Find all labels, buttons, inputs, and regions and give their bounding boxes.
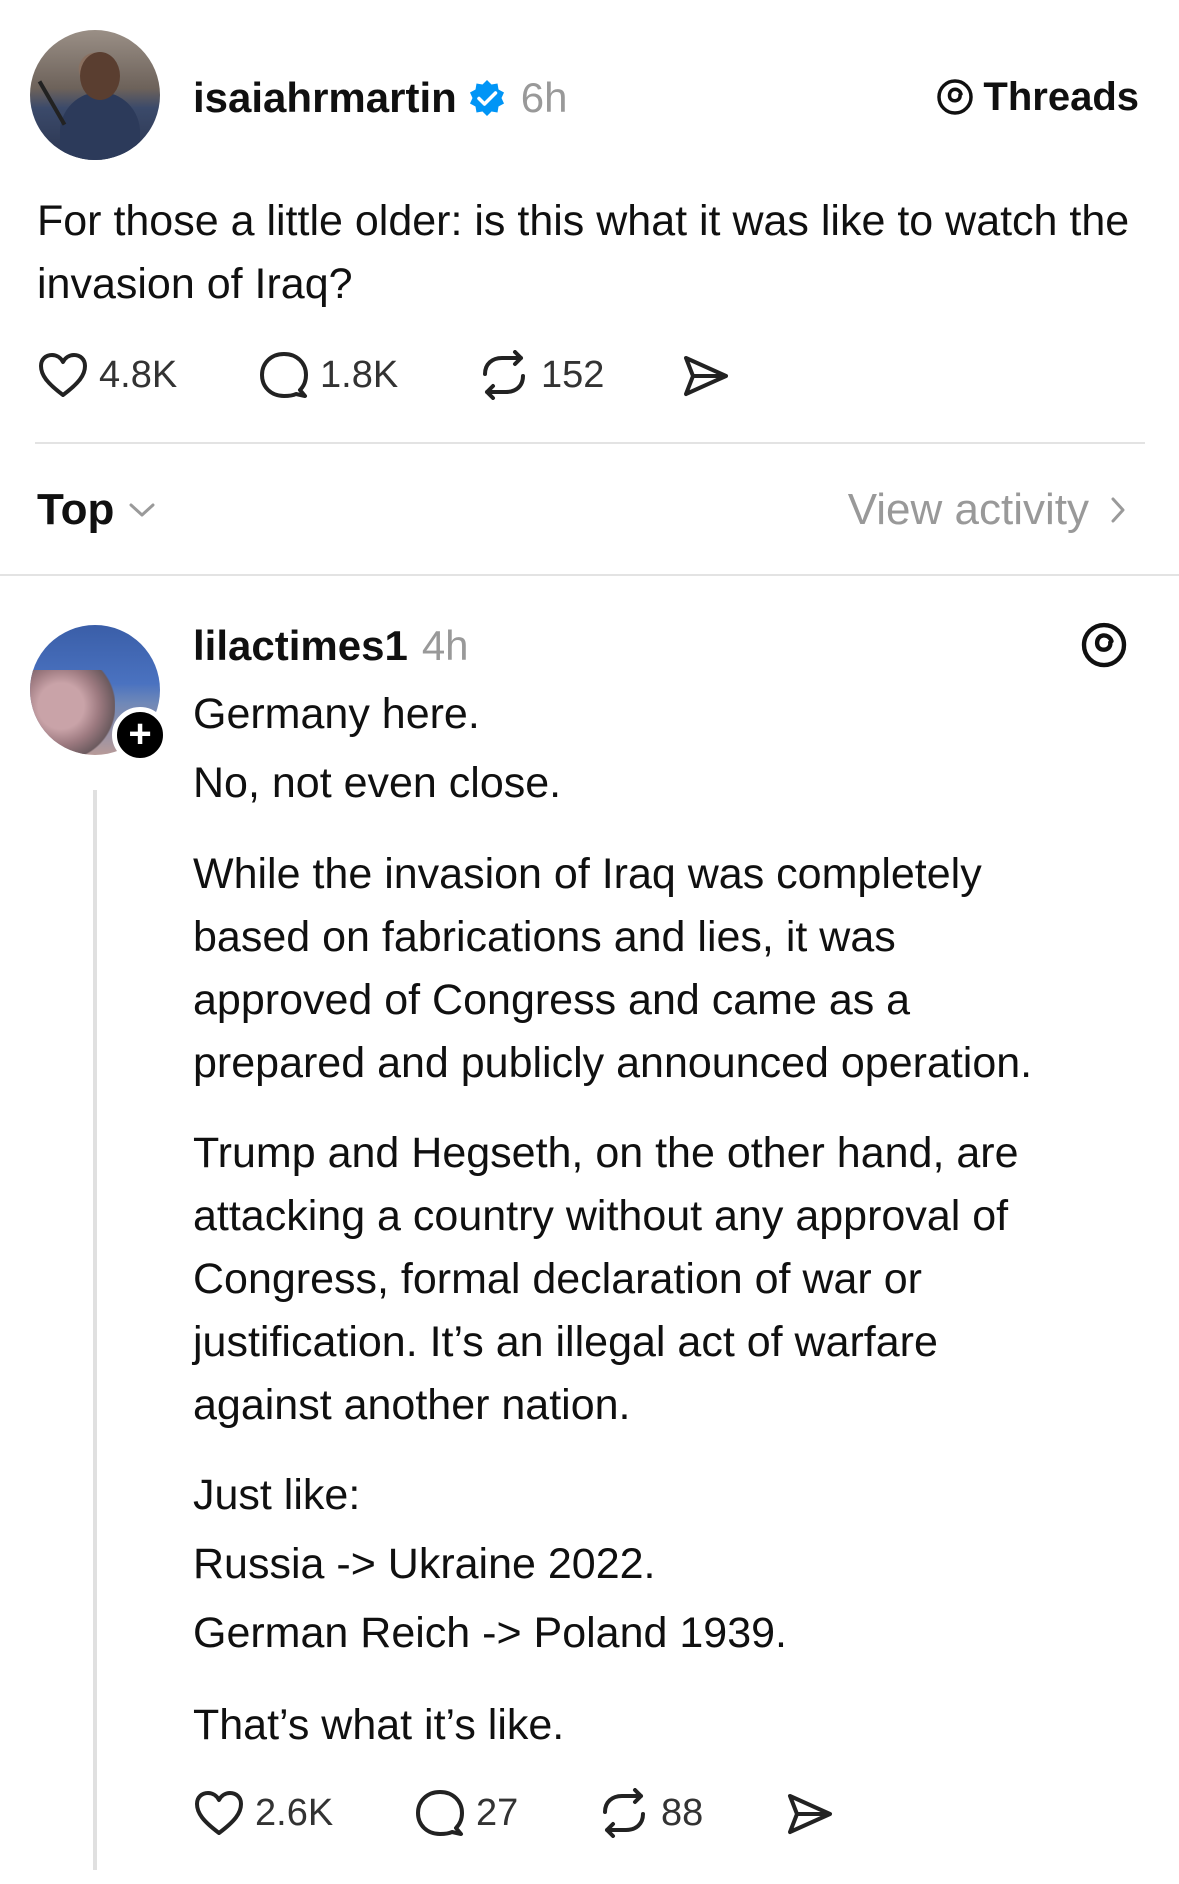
like-count: 4.8K [99,353,178,396]
view-activity-link[interactable]: View activity [848,482,1127,538]
chevron-right-icon [1109,496,1127,524]
comment-count: 1.8K [320,353,399,396]
section-divider [0,574,1179,576]
follow-plus-icon[interactable]: + [112,707,168,763]
reply-paragraph-line: While the invasion of Iraq was completel… [193,850,982,898]
comment-icon [414,1788,476,1838]
heart-icon [193,1789,255,1837]
reply-paragraph-line: based on fabrications and lies, it was [193,913,896,961]
reply-list-line: German Reich -> Poland 1939. [193,1609,787,1657]
reply-paragraph-line: against another nation. [193,1381,631,1429]
post-text: For those a little older: is this what i… [37,197,1130,308]
like-button[interactable]: 4.8K [37,350,177,400]
post-header: isaiahrmartin 6h [193,70,568,126]
reply-line: Germany here. [193,690,480,738]
share-icon [680,352,732,400]
reply-like-button[interactable]: 2.6K [193,1788,333,1838]
reply-paragraph-line: Congress, formal declaration of war or [193,1255,922,1303]
divider [35,442,1145,444]
reply-list-line: Just like: [193,1471,361,1519]
heart-icon [37,351,99,399]
sort-dropdown[interactable]: Top [37,482,156,538]
repost-count: 152 [541,353,605,396]
avatar[interactable] [30,30,160,160]
reply-list-line: Russia -> Ukraine 2022. [193,1540,656,1588]
view-activity-label: View activity [847,485,1089,534]
sort-label: Top [37,485,115,534]
reply-paragraph-line: approved of Congress and came as a [193,976,911,1024]
reply-like-count: 2.6K [255,1791,334,1834]
reply-time: 4h [421,622,469,669]
reply-repost-button[interactable]: 88 [597,1788,703,1838]
comment-button[interactable]: 1.8K [258,350,398,400]
threads-link[interactable]: Threads [935,72,1139,122]
reply-comment-button[interactable]: 27 [414,1788,518,1838]
repost-icon [477,350,541,400]
reply-header: lilactimes1 4h [193,618,469,674]
share-icon [784,1790,836,1838]
reply-line: No, not even close. [193,759,562,807]
reply-username[interactable]: lilactimes1 [193,622,408,670]
comment-icon [258,350,320,400]
reply-paragraph-line: attacking a country without any approval… [193,1192,1009,1240]
reply-paragraph-line: prepared and publicly announced operatio… [193,1039,1033,1087]
reply-paragraph-line: Trump and Hegseth, on the other hand, ar… [193,1129,1019,1177]
thread-line [93,790,97,1870]
share-button[interactable] [680,352,732,405]
threads-logo-icon[interactable] [1079,620,1129,675]
reply-paragraph-line: justification. It’s an illegal act of wa… [193,1318,938,1366]
reply-repost-count: 88 [661,1791,704,1834]
reply-closing: That’s what it’s like. [193,1701,565,1749]
verified-icon [467,78,507,118]
post-time: 6h [520,74,568,121]
username[interactable]: isaiahrmartin [193,74,457,122]
threads-logo-icon [935,77,975,117]
repost-icon [597,1788,661,1838]
reply-share-button[interactable] [784,1790,836,1843]
chevron-down-icon [128,501,156,519]
repost-button[interactable]: 152 [477,350,604,400]
reply-comment-count: 27 [476,1791,519,1834]
threads-label: Threads [983,74,1139,119]
